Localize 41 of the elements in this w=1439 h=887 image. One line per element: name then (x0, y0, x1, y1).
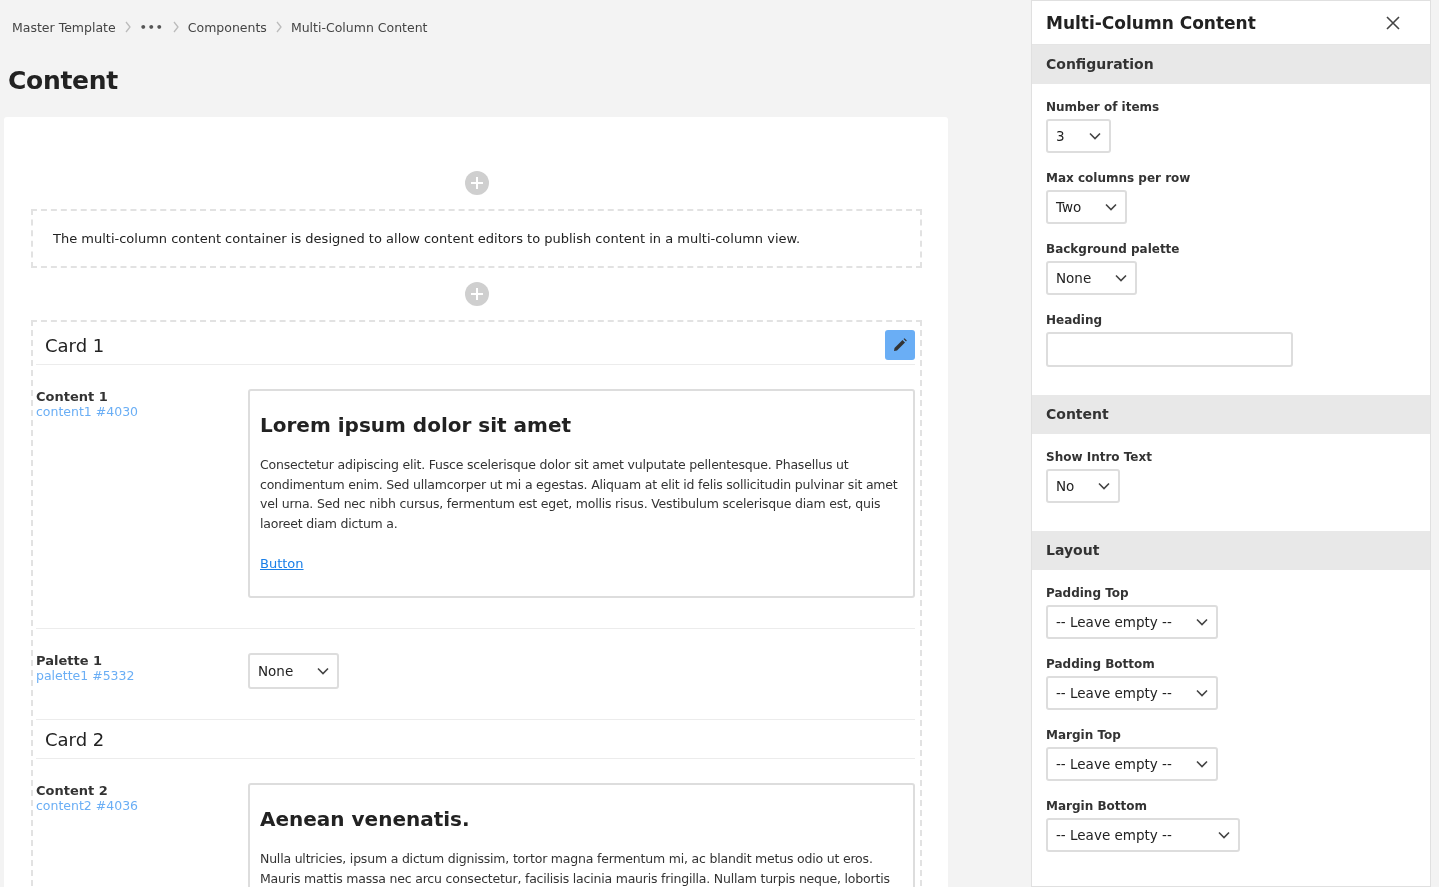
breadcrumb-more[interactable]: ••• (139, 20, 164, 34)
field-label: Margin Top (1046, 728, 1122, 742)
dropdown[interactable]: 3 (1046, 119, 1111, 153)
field-label: Number of items (1046, 100, 1161, 114)
dropdown[interactable]: None (1046, 261, 1138, 295)
dropdown[interactable]: Two (1046, 190, 1128, 224)
field-label: Margin Bottom (1046, 799, 1148, 813)
dropdown[interactable]: No (1046, 469, 1121, 503)
breadcrumb-link[interactable]: Components (187, 19, 267, 35)
dropdown[interactable]: -- Leave empty -- (1046, 676, 1218, 710)
dropdown[interactable]: -- Leave empty -- (1046, 605, 1218, 639)
card-title: Card 1 (45, 334, 105, 356)
dropdown[interactable]: -- Leave empty -- (1046, 747, 1218, 781)
panel-title: Multi-Column Content (1046, 12, 1256, 33)
card-title: Card 2 (45, 728, 105, 750)
field-label: Background palette (1046, 242, 1181, 256)
breadcrumb-current: Multi-Column Content (290, 19, 428, 35)
field-label: Content 2 (36, 783, 109, 798)
field-label: Palette 1 (36, 653, 104, 668)
field-label: Show Intro Text (1046, 450, 1153, 464)
breadcrumb-link[interactable]: Master Template (12, 19, 116, 35)
section-header: Configuration (1032, 45, 1430, 84)
content-link[interactable]: Button (260, 556, 304, 571)
content-paragraph: Nulla ultricies, ipsum a dictum dignissim, tortor magna fermentum mi, ac blandit metus odio ut eros. Mauris mattis massa nec arcu consectetur, facilisis lacinia mauris fringilla. Nullam turpis neque, lobortis (260, 850, 891, 887)
field-label: Content 1 (36, 389, 109, 404)
section-header: Layout (1032, 531, 1430, 570)
content-heading: Lorem ipsum dolor sit amet (260, 413, 573, 437)
content-paragraph: Consectetur adipiscing elit. Fusce scelerisque dolor sit amet vulputate pellentesque. Phasellus ut condimentum enim. Sed ullamcorper ut mi a egestas. Aliquam at elit id felis sollicitudin pulvinar sit amet vel urna. Sed nec nibh cursus, fermentum est eget, mollis risus. Vestibulum scelerisque diam est, quis laoreet diam dictum a. (260, 456, 899, 533)
field-label: Padding Top (1046, 586, 1130, 600)
field-label: Padding Bottom (1046, 657, 1156, 671)
field-key: content1 #4030 (36, 404, 248, 419)
field-label: Max columns per row (1046, 171, 1192, 185)
content-heading: Aenean venenatis. (260, 807, 471, 831)
palette-dropdown[interactable]: None (248, 653, 340, 689)
field-key: palette1 #5332 (36, 668, 248, 683)
page-title: Content (8, 66, 119, 95)
section-header: Content (1032, 395, 1430, 434)
field-label: Heading (1046, 313, 1104, 327)
intro-text: The multi-column content container is designed to allow content editors to publish content in a multi-column view. (53, 231, 802, 246)
field-key: content2 #4036 (36, 798, 248, 813)
dropdown[interactable]: -- Leave empty -- (1046, 818, 1240, 852)
